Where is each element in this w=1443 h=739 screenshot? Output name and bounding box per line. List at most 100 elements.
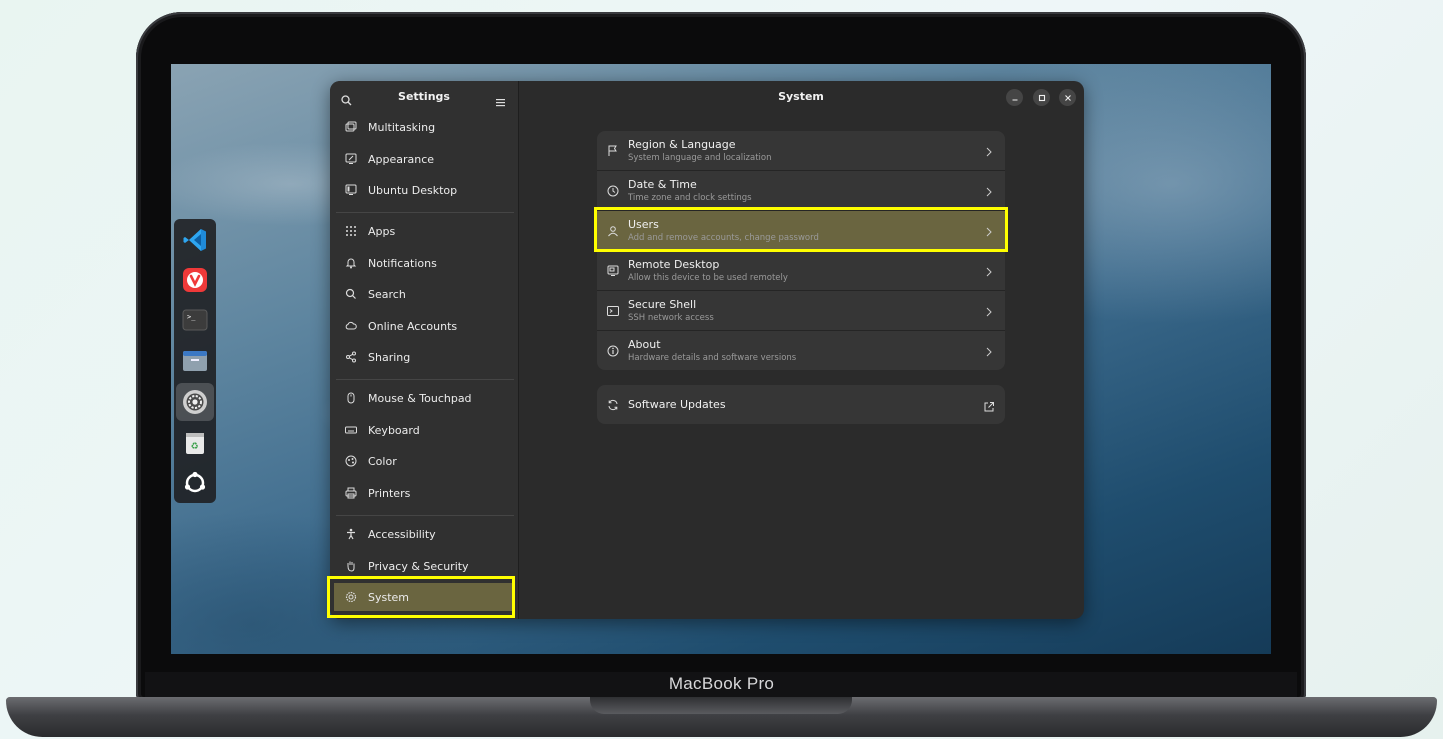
sidebar-item-label: Search: [368, 287, 406, 301]
row-subtitle: Allow this device to be used remotely: [628, 272, 788, 283]
ubuntu-icon[interactable]: [179, 467, 211, 499]
dock: >_ ♻: [174, 219, 216, 503]
clock-icon: [606, 184, 620, 198]
chevron-right-icon: [985, 223, 993, 242]
trash-icon[interactable]: ♻: [179, 427, 211, 459]
row-title: Software Updates: [628, 398, 726, 411]
svg-text:♻: ♻: [191, 442, 199, 452]
vivaldi-icon[interactable]: [179, 264, 211, 296]
chevron-right-icon: [985, 183, 993, 202]
sidebar-item-multitasking[interactable]: Multitasking: [334, 113, 514, 141]
svg-text:>_: >_: [187, 313, 196, 321]
flag-icon: [606, 144, 620, 158]
sidebar-item-label: Online Accounts: [368, 319, 458, 333]
row-region-language[interactable]: Region & Language System language and loc…: [597, 131, 1005, 171]
hand-icon: [344, 559, 358, 573]
files-icon[interactable]: [179, 344, 211, 376]
row-title: Users: [628, 217, 659, 231]
ubuntu-desktop-icon: [344, 183, 358, 197]
mouse-icon: [344, 391, 358, 405]
sidebar-item-color[interactable]: Color: [334, 447, 514, 475]
apps-icon: [344, 224, 358, 238]
sidebar-item-keyboard[interactable]: Keyboard: [334, 416, 514, 444]
sidebar-item-apps[interactable]: Apps: [334, 217, 514, 245]
sidebar-item-label: Appearance: [368, 152, 435, 166]
row-title: Date & Time: [628, 177, 697, 191]
row-subtitle: Add and remove accounts, change password: [628, 232, 819, 243]
sidebar-item-privacy-security[interactable]: Privacy & Security: [334, 552, 514, 580]
sidebar-title: Settings: [398, 90, 450, 103]
sidebar-item-sharing[interactable]: Sharing: [334, 343, 514, 371]
sidebar-item-search[interactable]: Search: [334, 280, 514, 308]
sidebar-item-appearance[interactable]: Appearance: [334, 145, 514, 173]
settings-window: Settings Multitasking Appearance Ubuntu …: [330, 81, 1084, 619]
sidebar-item-system[interactable]: System: [334, 583, 514, 611]
accessibility-icon: [344, 527, 358, 541]
sidebar-item-label: Printers: [368, 486, 411, 500]
sidebar-item-label: Apps: [368, 224, 396, 238]
chevron-right-icon: [985, 343, 993, 362]
share-icon: [344, 350, 358, 364]
maximize-button[interactable]: [1033, 89, 1050, 106]
close-button[interactable]: [1059, 89, 1076, 106]
refresh-icon: [606, 398, 620, 412]
sidebar-item-label: Notifications: [368, 256, 437, 270]
row-title: About: [628, 337, 661, 351]
row-title: Remote Desktop: [628, 257, 720, 271]
row-secure-shell[interactable]: Secure Shell SSH network access: [597, 291, 1005, 331]
laptop-notch: [590, 697, 852, 714]
terminal-icon[interactable]: >_: [179, 304, 211, 336]
chevron-right-icon: [985, 143, 993, 162]
vscode-icon[interactable]: [179, 224, 211, 256]
sidebar: Settings Multitasking Appearance Ubuntu …: [330, 81, 519, 619]
external-link-icon: [983, 398, 995, 417]
remote-desktop-icon: [606, 264, 620, 278]
sidebar-item-label: Privacy & Security: [368, 559, 469, 573]
keyboard-icon: [344, 423, 358, 437]
sidebar-item-accessibility[interactable]: Accessibility: [334, 520, 514, 548]
color-icon: [344, 454, 358, 468]
settings-icon[interactable]: [176, 383, 214, 421]
row-users[interactable]: Users Add and remove accounts, change pas…: [597, 211, 1005, 251]
brand-label: MacBook Pro: [668, 674, 775, 693]
row-subtitle: Time zone and clock settings: [628, 192, 752, 203]
terminal-icon: [606, 304, 620, 318]
sidebar-item-label: Mouse & Touchpad: [368, 391, 472, 405]
sidebar-header: Settings: [330, 81, 518, 113]
row-remote-desktop[interactable]: Remote Desktop Allow this device to be us…: [597, 251, 1005, 291]
sidebar-divider: [336, 379, 514, 380]
row-subtitle: Hardware details and software versions: [628, 352, 797, 363]
users-icon: [606, 224, 620, 238]
info-icon: [606, 344, 620, 358]
minimize-button[interactable]: [1006, 89, 1023, 106]
row-software-updates[interactable]: Software Updates: [597, 385, 1005, 424]
sidebar-item-label: Color: [368, 454, 397, 468]
row-title: Secure Shell: [628, 297, 697, 311]
sidebar-divider: [336, 515, 514, 516]
sidebar-item-label: Accessibility: [368, 527, 436, 541]
row-about[interactable]: About Hardware details and software versi…: [597, 331, 1005, 370]
sidebar-item-ubuntu-desktop[interactable]: Ubuntu Desktop: [334, 176, 514, 204]
chevron-right-icon: [985, 303, 993, 322]
chevron-right-icon: [985, 263, 993, 282]
row-title: Region & Language: [628, 137, 736, 151]
appearance-icon: [344, 152, 358, 166]
page-title: System: [778, 90, 824, 103]
cloud-icon: [344, 319, 358, 333]
search-icon: [344, 287, 358, 301]
printer-icon: [344, 486, 358, 500]
row-date-time[interactable]: Date & Time Time zone and clock settings: [597, 171, 1005, 211]
system-settings-list: Region & Language System language and loc…: [597, 131, 1005, 370]
sidebar-item-label: Ubuntu Desktop: [368, 183, 458, 197]
gear-icon: [344, 590, 358, 604]
sidebar-item-label: Sharing: [368, 350, 411, 364]
sidebar-item-online-accounts[interactable]: Online Accounts: [334, 312, 514, 340]
bell-icon: [344, 256, 358, 270]
sidebar-item-notifications[interactable]: Notifications: [334, 249, 514, 277]
sidebar-divider: [336, 212, 514, 213]
row-subtitle: System language and localization: [628, 152, 772, 163]
hamburger-menu-icon[interactable]: [496, 92, 505, 111]
sidebar-item-printers[interactable]: Printers: [334, 479, 514, 507]
multitasking-icon: [344, 120, 358, 134]
sidebar-item-mouse-touchpad[interactable]: Mouse & Touchpad: [334, 384, 514, 412]
